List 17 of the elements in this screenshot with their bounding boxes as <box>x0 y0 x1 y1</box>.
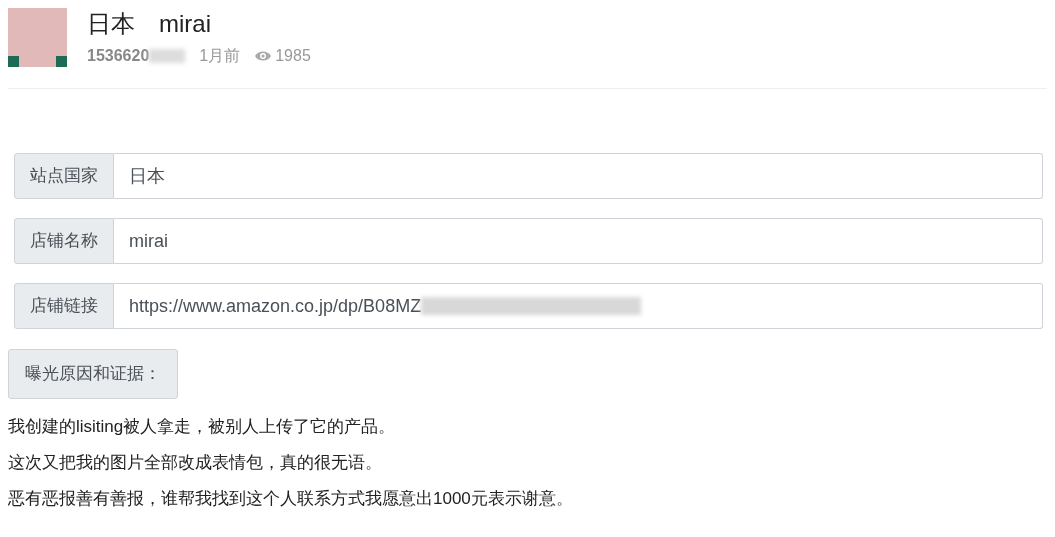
input-field[interactable]: https://www.amazon.co.jp/dp/B08MZ <box>114 283 1043 329</box>
field-label: 店铺链接 <box>14 283 114 329</box>
post-time: 1月前 <box>199 46 241 66</box>
field-label: 站点国家 <box>14 153 114 199</box>
post-title: 日本 mirai <box>87 9 212 39</box>
paragraph: 这次又把我的图片全部改成表情包，真的很无语。 <box>8 451 383 474</box>
eye-icon <box>254 50 273 62</box>
section-label: 曝光原因和证据： <box>8 349 178 399</box>
input-field[interactable]: 日本 <box>114 153 1043 199</box>
avatar-icon <box>8 8 67 67</box>
paragraph: 我创建的lisiting被人拿走，被别人上传了它的产品。 <box>8 415 397 438</box>
author-name[interactable]: 1536620 <box>87 44 150 68</box>
field-label: 店铺名称 <box>14 218 114 264</box>
view-count: 1985 <box>275 46 311 66</box>
paragraph: 恶有恶报善有善报，谁帮我找到这个人联系方式我愿意出1000元表示谢意。 <box>8 487 574 510</box>
input-field[interactable]: mirai <box>114 218 1043 264</box>
redaction-blur <box>149 49 186 63</box>
